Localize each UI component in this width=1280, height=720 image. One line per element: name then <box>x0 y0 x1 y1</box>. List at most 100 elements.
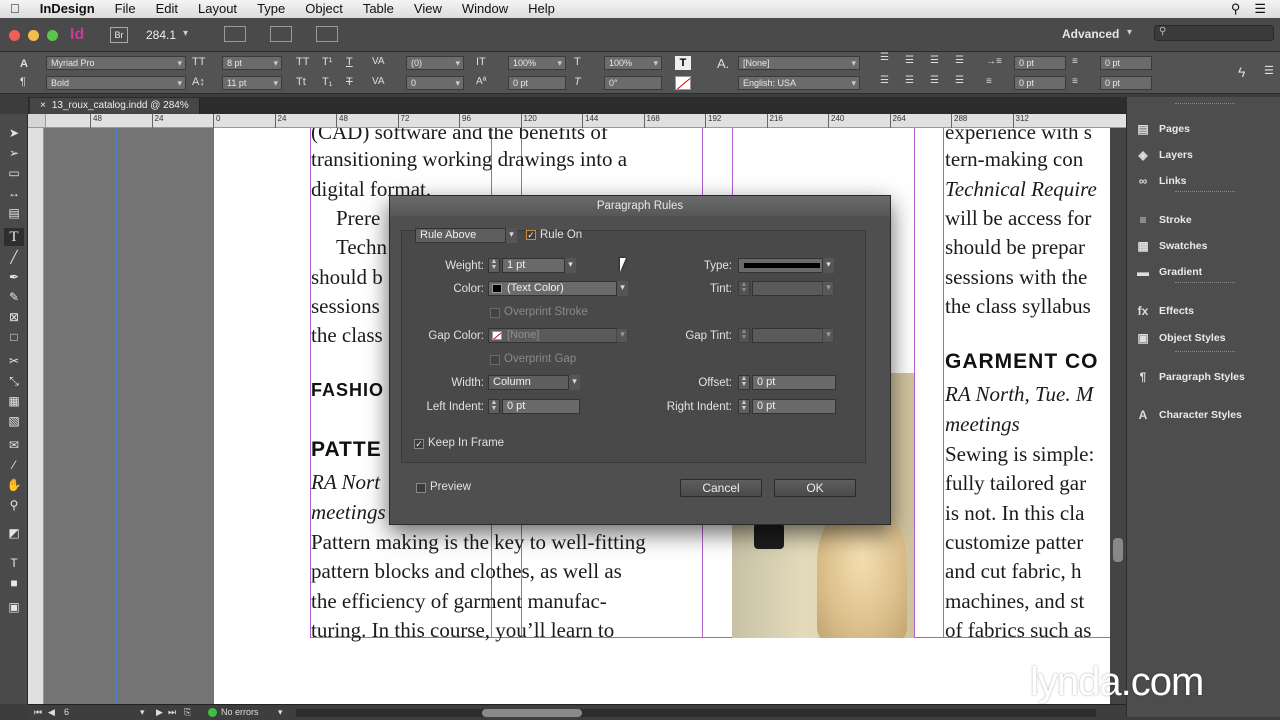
color-select[interactable]: (Text Color) <box>488 281 628 296</box>
formatting-affects-text-icon[interactable]: T <box>4 554 24 572</box>
fill-text-icon[interactable]: T <box>675 56 691 70</box>
column1-text-line[interactable]: the class <box>311 321 383 351</box>
screen-mode-icon[interactable] <box>270 26 292 42</box>
font-style-select[interactable]: Bold <box>46 76 186 90</box>
menu-object[interactable]: Object <box>295 0 353 18</box>
keep-in-frame-checkbox[interactable]: ✓ <box>414 439 424 449</box>
column3-text-line[interactable]: of fabrics such as <box>945 616 1091 646</box>
pasteboard[interactable] <box>44 128 214 704</box>
preview-checkbox[interactable] <box>416 483 426 493</box>
note-tool-icon[interactable]: ✉ <box>4 436 24 454</box>
left-indent-field[interactable]: 0 pt <box>502 399 580 414</box>
cancel-button[interactable]: Cancel <box>680 479 762 497</box>
superscript-icon[interactable]: T¹ <box>322 56 332 68</box>
column3-text-line[interactable]: is not. In this cla <box>945 499 1084 529</box>
column1-text-line[interactable]: meetings <box>311 498 386 528</box>
panel-swatches[interactable]: ▦ Swatches <box>1135 235 1207 257</box>
column3-text-line[interactable]: Sewing is simple: <box>945 440 1094 470</box>
right-indent-field[interactable]: 0 pt <box>1100 56 1152 70</box>
menu-help[interactable]: Help <box>518 0 565 18</box>
stroke-type-select[interactable] <box>738 258 834 273</box>
close-tab-icon[interactable]: × <box>40 100 46 111</box>
character-formatting-icon[interactable]: A <box>20 58 28 70</box>
left-indent-stepper[interactable]: ▲ ▼ <box>488 399 500 414</box>
offset-field[interactable]: 0 pt <box>752 375 836 390</box>
panel-object-styles[interactable]: ▣ Object Styles <box>1135 327 1225 349</box>
column1-text-line[interactable]: RA Nort <box>311 468 380 498</box>
column3-text-line[interactable]: meetings <box>945 410 1020 440</box>
strikethrough-icon[interactable]: T <box>346 76 353 88</box>
type-tool-icon[interactable]: T <box>4 228 24 246</box>
ruler-origin[interactable] <box>28 114 46 128</box>
ok-button[interactable]: OK <box>774 479 856 497</box>
eyedropper-tool-icon[interactable]: ⁄ <box>4 456 24 474</box>
document-tab[interactable]: × 13_roux_catalog.indd @ 284% <box>30 98 200 114</box>
horizontal-scrollbar[interactable] <box>296 709 1096 717</box>
small-caps-icon[interactable]: Tt <box>296 76 306 88</box>
spotlight-search-icon[interactable]: ⚲ <box>1231 1 1241 17</box>
column1-text-line[interactable]: Pattern making is the key to well-fittin… <box>311 528 646 558</box>
notification-list-icon[interactable]: ☰ <box>1254 1 1266 17</box>
last-page-icon[interactable]: ⏭ <box>168 707 176 718</box>
open-page-icon[interactable]: ⎘ <box>184 707 191 718</box>
panel-layers[interactable]: ◈ Layers <box>1135 144 1192 166</box>
zoom-dropdown-icon[interactable]: ▾ <box>183 28 188 39</box>
apply-color-icon[interactable]: ■ <box>4 574 24 592</box>
free-transform-tool-icon[interactable]: ⤡ <box>4 372 24 390</box>
gradient-feather-tool-icon[interactable]: ▧ <box>4 412 24 430</box>
left-indent-field[interactable]: 0 pt <box>1014 56 1066 70</box>
baseline-shift-field[interactable]: 0 pt <box>508 76 566 90</box>
page-dropdown-icon[interactable]: ▾ <box>140 707 145 718</box>
column3-text-line[interactable]: fully tailored gar <box>945 469 1086 499</box>
kerning-field[interactable]: (0) <box>406 56 464 70</box>
vertical-scale-field[interactable]: 100% <box>508 56 566 70</box>
column1-text-line[interactable]: PATTE <box>311 438 382 462</box>
color-dropdown-icon[interactable]: ▾ <box>616 281 628 296</box>
width-dropdown-icon[interactable]: ▾ <box>568 375 580 390</box>
gradient-swatch-tool-icon[interactable]: ▦ <box>4 392 24 410</box>
last-line-indent-field[interactable]: 0 pt <box>1100 76 1152 90</box>
right-indent-stepper[interactable]: ▲ ▼ <box>738 399 750 414</box>
right-indent-field[interactable]: 0 pt <box>752 399 836 414</box>
content-collector-icon[interactable]: ▤ <box>4 204 24 222</box>
zoom-window-button[interactable] <box>47 30 58 41</box>
hand-tool-icon[interactable]: ✋ <box>4 476 24 494</box>
column3-text-line[interactable]: machines, and st <box>945 587 1084 617</box>
column3-text-line[interactable]: customize patter <box>945 528 1083 558</box>
justify-right-icon[interactable]: ☰ <box>930 75 939 86</box>
column3-text-line[interactable]: should be prepar <box>945 233 1085 263</box>
panel-links[interactable]: ∞ Links <box>1135 170 1187 192</box>
column1-text-line[interactable]: transitioning working drawings into a <box>311 145 627 175</box>
panel-paragraph-styles[interactable]: ¶ Paragraph Styles <box>1135 366 1245 388</box>
screen-mode-normal-icon[interactable]: ▣ <box>4 598 24 616</box>
paragraph-formatting-icon[interactable]: ¶ <box>20 76 26 88</box>
rule-type-select[interactable]: Rule Above <box>415 228 517 243</box>
quick-apply-icon[interactable]: ϟ <box>1238 64 1245 80</box>
justify-left-icon[interactable]: ☰ <box>880 75 889 86</box>
first-page-icon[interactable]: ⏮ <box>34 707 42 718</box>
menu-app[interactable]: InDesign <box>30 0 105 18</box>
panel-group-grip[interactable] <box>1175 351 1235 354</box>
column1-text-line[interactable]: the efficiency of garment manufac- <box>311 587 607 617</box>
panel-character-styles[interactable]: A Character Styles <box>1135 404 1242 426</box>
column3-text-line[interactable]: GARMENT CO <box>945 350 1099 374</box>
column1-text-line[interactable]: pattern blocks and clothes, as well as <box>311 557 622 587</box>
bridge-button[interactable]: Br <box>110 27 128 43</box>
justify-all-icon[interactable]: ☰ <box>955 75 964 86</box>
page-number-field[interactable]: 6 <box>64 707 69 717</box>
tracking-field[interactable]: 0 <box>406 76 464 90</box>
column1-text-line[interactable]: sessions <box>311 292 380 322</box>
subscript-icon[interactable]: T₁ <box>322 76 332 88</box>
align-towards-spine-icon[interactable]: ☰ <box>955 55 964 66</box>
line-tool-icon[interactable]: ╱ <box>4 248 24 266</box>
rule-on-checkbox[interactable]: ✓ <box>526 230 536 240</box>
preflight-status-text[interactable]: No errors <box>221 707 259 717</box>
all-caps-icon[interactable]: TT <box>296 56 309 68</box>
font-size-field[interactable]: 8 pt <box>222 56 282 70</box>
page-tool-icon[interactable]: ▭ <box>4 164 24 182</box>
column3-text-line[interactable]: and cut fabric, h <box>945 557 1081 587</box>
menu-file[interactable]: File <box>105 0 146 18</box>
menu-edit[interactable]: Edit <box>146 0 188 18</box>
menu-view[interactable]: View <box>404 0 452 18</box>
rectangle-frame-tool-icon[interactable]: ⊠ <box>4 308 24 326</box>
